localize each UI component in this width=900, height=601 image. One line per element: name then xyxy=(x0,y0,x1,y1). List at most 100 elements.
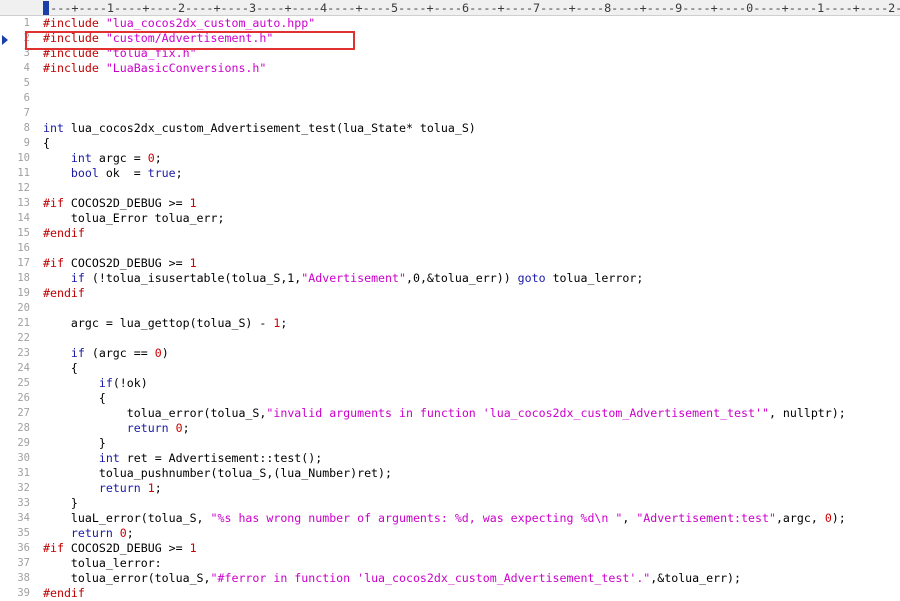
code-text[interactable]: #if COCOS2D_DEBUG >= 1 xyxy=(43,541,197,556)
code-line[interactable]: 33 } xyxy=(0,496,900,511)
line-number: 7 xyxy=(23,107,30,119)
code-line[interactable]: 34 luaL_error(tolua_S, "%s has wrong num… xyxy=(0,511,900,526)
code-line[interactable]: 1 #include "lua_cocos2dx_custom_auto.hpp" xyxy=(0,16,900,31)
code-text[interactable]: bool ok = true; xyxy=(43,166,183,181)
code-text[interactable]: int ret = Advertisement::test(); xyxy=(43,451,322,466)
code-text[interactable]: tolua_error(tolua_S,"invalid arguments i… xyxy=(43,406,846,421)
code-editor[interactable]: 1 #include "lua_cocos2dx_custom_auto.hpp"… xyxy=(0,16,900,601)
string-literal: "LuaBasicConversions.h" xyxy=(105,61,267,75)
code-line[interactable]: 22 xyxy=(0,331,900,346)
code-text[interactable]: if (argc == 0) xyxy=(43,346,169,361)
code-line[interactable]: 13 #if COCOS2D_DEBUG >= 1 xyxy=(0,196,900,211)
code-line[interactable]: 26 { xyxy=(0,391,900,406)
code-text[interactable]: #if COCOS2D_DEBUG >= 1 xyxy=(43,196,197,211)
line-number: 16 xyxy=(17,242,30,254)
code-line[interactable]: 8 int lua_cocos2dx_custom_Advertisement_t… xyxy=(0,121,900,136)
code-text[interactable]: #endif xyxy=(43,226,85,241)
code-text[interactable]: return 0; xyxy=(43,421,190,436)
code-text[interactable]: if(!ok) xyxy=(43,376,148,391)
code-line[interactable]: 35 return 0; xyxy=(0,526,900,541)
code-text[interactable]: tolua_error(tolua_S,"#ferror in function… xyxy=(43,571,741,586)
code-line[interactable]: 31 tolua_pushnumber(tolua_S,(lua_Number)… xyxy=(0,466,900,481)
code-text[interactable]: return 1; xyxy=(43,481,162,496)
code-line[interactable]: 17 #if COCOS2D_DEBUG >= 1 xyxy=(0,256,900,271)
code-text[interactable]: } xyxy=(43,436,106,451)
code-text[interactable]: #endif xyxy=(43,286,85,301)
code-line[interactable]: 15 #endif xyxy=(0,226,900,241)
code-text[interactable]: int argc = 0; xyxy=(43,151,162,166)
code-text[interactable]: int lua_cocos2dx_custom_Advertisement_te… xyxy=(43,121,476,136)
code-line[interactable]: 25 if(!ok) xyxy=(0,376,900,391)
code-text[interactable]: luaL_error(tolua_S, "%s has wrong number… xyxy=(43,511,846,526)
code-line[interactable]: 19 #endif xyxy=(0,286,900,301)
code-line[interactable]: 20 xyxy=(0,301,900,316)
code-line[interactable]: 4 #include "LuaBasicConversions.h" xyxy=(0,61,900,76)
code-text[interactable]: #if COCOS2D_DEBUG >= 1 xyxy=(43,256,197,271)
code-text[interactable]: #include "lua_cocos2dx_custom_auto.hpp" xyxy=(43,16,315,31)
code-line[interactable]: 14 tolua_Error tolua_err; xyxy=(0,211,900,226)
code-line[interactable]: 38 tolua_error(tolua_S,"#ferror in funct… xyxy=(0,571,900,586)
code-text[interactable]: argc = lua_gettop(tolua_S) - 1; xyxy=(43,316,287,331)
code-line[interactable]: 16 xyxy=(0,241,900,256)
preprocessor: #endif xyxy=(43,226,85,240)
code-line[interactable]: 3 #include "tolua_fix.h" xyxy=(0,46,900,61)
code-text[interactable]: { xyxy=(43,391,106,406)
number-literal: 0 xyxy=(175,421,183,435)
code-line[interactable]: 32 return 1; xyxy=(0,481,900,496)
line-number: 12 xyxy=(17,182,30,194)
code-token: ; xyxy=(175,166,183,180)
code-text[interactable]: tolua_lerror: xyxy=(43,556,162,571)
code-text[interactable]: return 0; xyxy=(43,526,134,541)
code-line[interactable]: 9{ xyxy=(0,136,900,151)
code-text[interactable]: #endif xyxy=(43,586,85,601)
code-line[interactable]: 23 if (argc == 0) xyxy=(0,346,900,361)
code-line[interactable]: 24 { xyxy=(0,361,900,376)
code-line[interactable]: 18 if (!tolua_isusertable(tolua_S,1,"Adv… xyxy=(0,271,900,286)
code-text[interactable]: #include "custom/Advertisement.h" xyxy=(43,31,273,46)
keyword: int xyxy=(70,151,92,165)
preprocessor: #if xyxy=(43,541,64,555)
code-line[interactable]: 6 xyxy=(0,91,900,106)
number-literal: 0 xyxy=(154,346,162,360)
code-line[interactable]: 39 #endif xyxy=(0,586,900,601)
code-text[interactable]: tolua_pushnumber(tolua_S,(lua_Number)ret… xyxy=(43,466,392,481)
code-line[interactable]: 30 int ret = Advertisement::test(); xyxy=(0,451,900,466)
code-line[interactable]: 2 #include "custom/Advertisement.h" xyxy=(0,31,900,46)
code-text[interactable]: tolua_Error tolua_err; xyxy=(43,211,225,226)
line-number: 21 xyxy=(17,317,30,329)
line-number: 31 xyxy=(17,467,30,479)
code-text[interactable]: #include "LuaBasicConversions.h" xyxy=(43,61,266,76)
number-literal: 1 xyxy=(189,256,197,270)
column-caret xyxy=(43,1,49,15)
line-number: 25 xyxy=(17,377,30,389)
code-line[interactable]: 27 tolua_error(tolua_S,"invalid argument… xyxy=(0,406,900,421)
code-line[interactable]: 28 return 0; xyxy=(0,421,900,436)
code-line[interactable]: 29 } xyxy=(0,436,900,451)
code-text[interactable]: { xyxy=(43,361,78,376)
code-token: { xyxy=(43,361,78,375)
line-number: 38 xyxy=(17,572,30,584)
string-literal: "#ferror in function 'lua_cocos2dx_custo… xyxy=(210,571,651,585)
code-text[interactable]: if (!tolua_isusertable(tolua_S,1,"Advert… xyxy=(43,271,643,286)
code-line[interactable]: 37 tolua_lerror: xyxy=(0,556,900,571)
line-number: 5 xyxy=(23,77,30,89)
code-text[interactable]: #include "tolua_fix.h" xyxy=(43,46,197,61)
code-token: argc = lua_gettop(tolua_S) - xyxy=(43,316,274,330)
code-line[interactable]: 5 xyxy=(0,76,900,91)
code-line[interactable]: 11 bool ok = true; xyxy=(0,166,900,181)
code-line[interactable]: 12 xyxy=(0,181,900,196)
code-line[interactable]: 7 xyxy=(0,106,900,121)
code-text[interactable]: { xyxy=(43,136,50,151)
code-line[interactable]: 21 argc = lua_gettop(tolua_S) - 1; xyxy=(0,316,900,331)
line-number: 17 xyxy=(17,257,30,269)
code-line[interactable]: 10 int argc = 0; xyxy=(0,151,900,166)
code-token: argc = xyxy=(91,151,148,165)
code-line[interactable]: 36 #if COCOS2D_DEBUG >= 1 xyxy=(0,541,900,556)
code-token: tolua_lerror; xyxy=(545,271,644,285)
code-text[interactable]: } xyxy=(43,496,78,511)
